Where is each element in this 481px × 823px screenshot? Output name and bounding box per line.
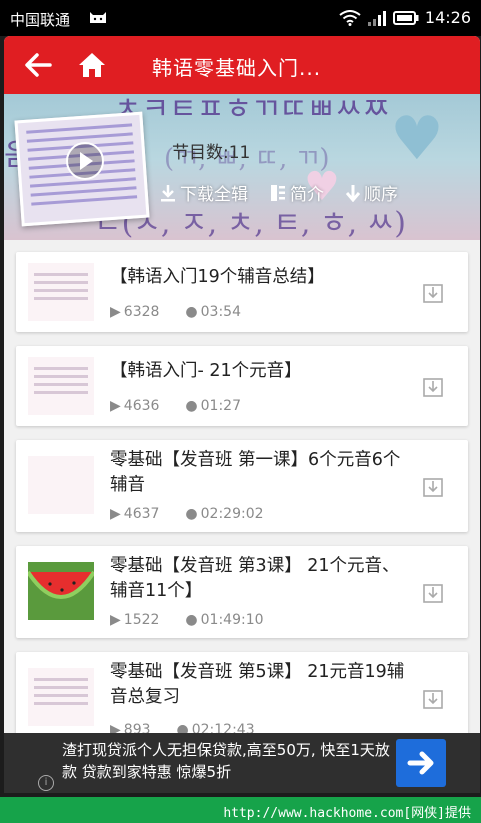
- carrier-name: 中国联通: [10, 11, 71, 29]
- episode-meta: ▶ 4636 ● 01:27: [110, 398, 241, 414]
- list-item[interactable]: 零基础【发音班 第一课】6个元音6个辅音 ▶ 4637 ● 02:29:02: [16, 440, 468, 532]
- play-count-icon: ▶: [110, 612, 121, 628]
- episode-count: 节目数:11: [172, 143, 251, 163]
- page-title: 韩语零基础入门...: [152, 56, 322, 80]
- clock-icon: ●: [185, 398, 198, 414]
- album-actions: 下载全辑 简介 顺序: [160, 180, 398, 205]
- list-item[interactable]: 【韩语入门- 21个元音】 ▶ 4636 ● 01:27: [16, 346, 468, 426]
- episode-thumbnail: [28, 357, 94, 415]
- episode-thumbnail: [28, 668, 94, 726]
- status-bar: 中国联通 14:26: [0, 0, 481, 36]
- download-icon[interactable]: [422, 282, 444, 304]
- play-icon[interactable]: [66, 142, 104, 180]
- episode-title: 【韩语入门19个辅音总结】: [110, 267, 325, 287]
- info-icon[interactable]: i: [38, 775, 54, 791]
- clock-icon: ●: [185, 304, 198, 320]
- back-arrow-icon[interactable]: [24, 52, 52, 78]
- intro-label: 简介: [290, 185, 324, 205]
- download-icon[interactable]: [422, 476, 444, 498]
- clock-icon: ●: [185, 612, 198, 628]
- arrow-right-icon: [407, 751, 434, 775]
- cat-icon: [90, 12, 106, 23]
- play-count: 4636: [123, 398, 160, 414]
- list-item[interactable]: 零基础【发音班 第5课】 21元音19辅音总复习 ▶ 893 ● 02:12:43: [16, 652, 468, 744]
- wifi-icon: [339, 9, 361, 26]
- arrow-down-icon: [346, 184, 360, 202]
- list-icon: [271, 184, 285, 201]
- ad-banner[interactable]: i 渣打现贷派个人无担保贷款,高至50万, 快至1天放款 贷款到家特惠 惊爆5折: [4, 733, 480, 793]
- episode-meta: ▶ 1522 ● 01:49:10: [110, 612, 264, 628]
- episode-meta: ▶ 4637 ● 02:29:02: [110, 506, 264, 522]
- download-icon[interactable]: [422, 688, 444, 710]
- banner-decoration: ㅊㅋㅌㅍㅎㄲㄸㅃㅆㅉ: [114, 94, 390, 127]
- phone-screen: 中国联通 14:26 韩语零基础入门... ㅊㅋㅌㅍㅎㄲㄸㅃㅆㅉ (ㄲ, ㅃ, …: [0, 0, 481, 823]
- list-item[interactable]: 【韩语入门19个辅音总结】 ▶ 6328 ● 03:54: [16, 252, 468, 332]
- intro-button[interactable]: 简介: [270, 180, 324, 205]
- top-app-bar: 韩语零基础入门...: [4, 36, 480, 94]
- list-item[interactable]: 零基础【发音班 第3课】 21个元音、辅音11个】 ▶ 1522 ● 01:49:1…: [16, 546, 468, 638]
- app-window: 韩语零基础入门... ㅊㅋㅌㅍㅎㄲㄸㅃㅆㅉ 음 (ㄲ, ㅃ, ㄸ, ㄲ) ㄷ(ㅅ…: [4, 36, 480, 793]
- download-icon[interactable]: [422, 376, 444, 398]
- clock: 14:26: [424, 8, 471, 27]
- home-icon[interactable]: [78, 51, 106, 79]
- episode-thumbnail: [28, 456, 94, 514]
- download-all-label: 下载全辑: [180, 185, 248, 205]
- signal-icon: [367, 10, 386, 26]
- sort-order-label: 顺序: [364, 185, 398, 205]
- watermark-text: http://www.hackhome.com[网侠]提供: [223, 806, 471, 821]
- episode-title: 零基础【发音班 第3课】 21个元音、辅音11个】: [110, 556, 400, 601]
- episode-title: 零基础【发音班 第一课】6个元音6个辅音: [110, 450, 401, 495]
- duration: 01:49:10: [200, 612, 264, 628]
- play-count: 6328: [123, 304, 160, 320]
- sort-order-button[interactable]: 顺序: [346, 180, 398, 205]
- ad-text: 渣打现贷派个人无担保贷款,高至50万, 快至1天放款 贷款到家特惠 惊爆5折: [62, 741, 390, 781]
- download-icon: [161, 184, 175, 201]
- duration: 02:29:02: [200, 506, 264, 522]
- album-banner: ㅊㅋㅌㅍㅎㄲㄸㅃㅆㅉ 음 (ㄲ, ㅃ, ㄸ, ㄲ) ㄷ(ㅅ, ㅈ, ㅊ, ㅌ, …: [4, 94, 480, 240]
- play-count: 4637: [123, 506, 160, 522]
- duration: 03:54: [200, 304, 241, 320]
- play-count-icon: ▶: [110, 398, 121, 414]
- clock-icon: ●: [185, 506, 198, 522]
- play-count-icon: ▶: [110, 506, 121, 522]
- episode-thumbnail: [28, 263, 94, 321]
- episode-thumbnail: [28, 562, 94, 620]
- episode-meta: ▶ 6328 ● 03:54: [110, 304, 241, 320]
- play-count-icon: ▶: [110, 304, 121, 320]
- heart-decoration: ♥: [390, 104, 444, 174]
- ad-arrow-button[interactable]: [396, 739, 446, 787]
- watermark-bar: http://www.hackhome.com[网侠]提供: [0, 797, 481, 823]
- download-all-button[interactable]: 下载全辑: [160, 180, 248, 205]
- battery-icon: [392, 10, 419, 25]
- play-count: 1522: [123, 612, 160, 628]
- episode-title: 零基础【发音班 第5课】 21元音19辅音总复习: [110, 662, 405, 707]
- episode-title: 【韩语入门- 21个元音】: [110, 361, 302, 381]
- duration: 01:27: [200, 398, 241, 414]
- download-icon[interactable]: [422, 582, 444, 604]
